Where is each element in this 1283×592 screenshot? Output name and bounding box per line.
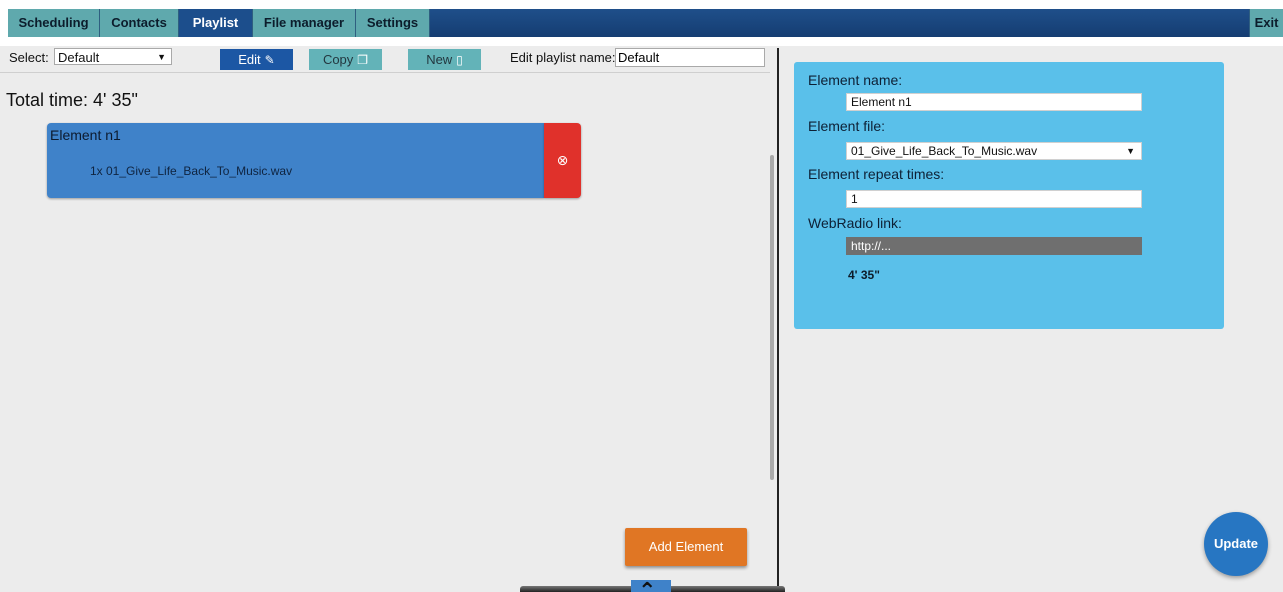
- playlist-select[interactable]: Default ▼: [54, 48, 172, 65]
- select-label: Select:: [9, 50, 49, 65]
- copy-button[interactable]: Copy ❐: [309, 49, 382, 70]
- webradio-input[interactable]: http://...: [846, 237, 1142, 255]
- element-file-select-value: 01_Give_Life_Back_To_Music.wav: [851, 144, 1038, 158]
- total-time: Total time: 4' 35": [6, 90, 138, 110]
- copy-icon: ❐: [357, 53, 369, 67]
- delete-element-button[interactable]: ⊗: [544, 123, 581, 198]
- close-circle-icon: ⊗: [556, 152, 569, 168]
- update-button[interactable]: Update: [1204, 512, 1268, 576]
- playlist-name-input[interactable]: [615, 48, 765, 67]
- dropdown-arrow-icon: ▼: [157, 52, 166, 62]
- tab-playlist[interactable]: Playlist: [179, 9, 253, 37]
- exit-button[interactable]: Exit: [1249, 9, 1283, 37]
- new-file-icon: ▯: [456, 53, 463, 67]
- tab-settings[interactable]: Settings: [356, 9, 430, 37]
- playlist-element[interactable]: Element n1 1x 01_Give_Life_Back_To_Music…: [47, 123, 544, 198]
- element-details-panel: Element name: Element n1 Element file: 0…: [794, 62, 1224, 329]
- new-button[interactable]: New ▯: [408, 49, 481, 70]
- webradio-label: WebRadio link:: [808, 215, 902, 231]
- element-file-label: Element file:: [808, 118, 886, 134]
- element-name-label: Element name:: [808, 72, 903, 88]
- element-title: Element n1: [50, 127, 121, 143]
- element-file-line: 1x 01_Give_Life_Back_To_Music.wav: [90, 164, 293, 178]
- chevron-up-icon: ⌃: [638, 580, 656, 592]
- element-repeat-input[interactable]: 1: [846, 190, 1142, 208]
- playlist-select-value: Default: [58, 50, 100, 65]
- top-bar: Scheduling Contacts Playlist File manage…: [0, 0, 1283, 46]
- add-element-button[interactable]: Add Element: [625, 528, 747, 566]
- edit-button-label: Edit: [238, 52, 261, 67]
- tab-scheduling[interactable]: Scheduling: [8, 9, 100, 37]
- playlist-toolbar: Select: Default ▼ Edit ✎ Copy ❐ New ▯ Edit …: [0, 46, 770, 73]
- element-repeat-label: Element repeat times:: [808, 166, 945, 182]
- tab-file-manager[interactable]: File manager: [253, 9, 356, 37]
- copy-button-label: Copy: [322, 52, 354, 67]
- scrollbar[interactable]: [770, 155, 774, 480]
- pencil-square-icon: ✎: [264, 53, 275, 67]
- element-file-select[interactable]: 01_Give_Life_Back_To_Music.wav ▼: [846, 142, 1142, 160]
- edit-button[interactable]: Edit ✎: [220, 49, 293, 70]
- tab-contacts[interactable]: Contacts: [100, 9, 179, 37]
- new-button-label: New: [426, 52, 453, 67]
- expand-up-button[interactable]: ⌃: [631, 580, 671, 592]
- element-duration: 4' 35": [848, 268, 880, 282]
- playlist-name-label: Edit playlist name:: [510, 50, 616, 65]
- element-name-input[interactable]: Element n1: [846, 93, 1142, 111]
- dropdown-arrow-icon: ▼: [1126, 146, 1135, 156]
- panel-divider: [777, 48, 779, 586]
- nav-bar: Scheduling Contacts Playlist File manage…: [8, 9, 1283, 37]
